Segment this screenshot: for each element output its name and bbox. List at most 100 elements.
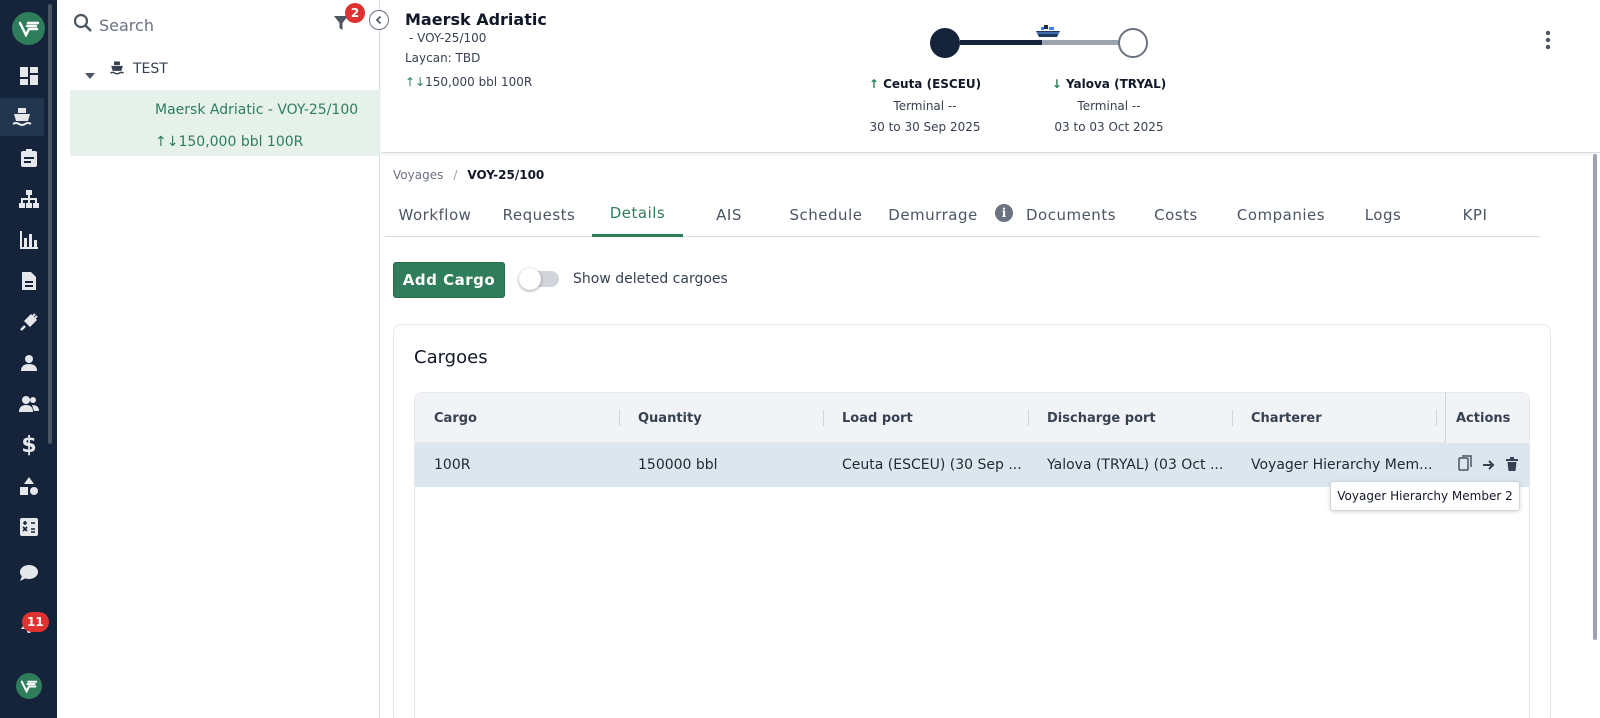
tree-voyage-qty: ↑↓150,000 bbl 100R xyxy=(155,134,303,150)
dashboard-icon[interactable] xyxy=(14,61,44,91)
cell-cargo: 100R xyxy=(434,457,471,473)
discharge-port-info: ↓ Yalova (TRYAL) Terminal -- 03 to 03 Oc… xyxy=(1029,77,1189,141)
notifications-badge: 11 xyxy=(22,612,49,632)
people-icon[interactable] xyxy=(14,389,44,419)
tab-logs[interactable]: Logs xyxy=(1343,192,1423,237)
cell-quantity: 150000 bbl xyxy=(638,457,718,473)
shapes-icon[interactable] xyxy=(14,471,44,501)
column-header-cargo[interactable]: Cargo xyxy=(434,393,477,443)
chat-icon[interactable] xyxy=(14,558,44,588)
load-port-dates: 30 to 30 Sep 2025 xyxy=(869,120,981,134)
load-port-terminal: Terminal -- xyxy=(893,99,957,113)
column-separator[interactable] xyxy=(823,410,824,426)
route-end-marker xyxy=(1118,28,1148,58)
bar-chart-icon[interactable] xyxy=(14,225,44,255)
tree-voyage-label: Maersk Adriatic - VOY-25/100 xyxy=(155,102,359,118)
column-header-load-port[interactable]: Load port xyxy=(842,393,913,443)
column-separator[interactable] xyxy=(1436,410,1437,426)
discharge-arrow-icon: ↓ xyxy=(415,75,426,89)
person-icon[interactable] xyxy=(14,348,44,378)
load-arrow-icon: ↑ xyxy=(868,77,884,91)
voyage-number: - VOY-25/100 xyxy=(409,31,487,45)
cargoes-title: Cargoes xyxy=(414,347,488,368)
footer-logo-icon[interactable] xyxy=(16,673,42,699)
header-qty: ↑↓150,000 bbl 100R xyxy=(405,75,532,89)
breadcrumb-separator: / xyxy=(453,168,458,182)
cargoes-table: Cargo Quantity Load port Discharge port … xyxy=(414,392,1530,718)
vessel-name: Maersk Adriatic xyxy=(405,10,547,29)
breadcrumb-current: VOY-25/100 xyxy=(467,168,545,182)
discharge-arrow-icon: ↓ xyxy=(1051,77,1066,91)
app-rail: $ 11 xyxy=(0,0,57,718)
collapse-sidebar-button[interactable] xyxy=(369,10,389,30)
copy-icon[interactable] xyxy=(1458,455,1472,475)
plug-icon[interactable] xyxy=(14,307,44,337)
ship-icon xyxy=(109,60,125,80)
discharge-port-dates: 03 to 03 Oct 2025 xyxy=(1054,120,1164,134)
route-start-marker xyxy=(930,28,960,58)
tab-demurrage[interactable]: Demurrage xyxy=(881,192,985,237)
main-scrollbar[interactable] xyxy=(1593,154,1597,640)
show-deleted-label: Show deleted cargoes xyxy=(573,271,728,287)
dollar-icon[interactable]: $ xyxy=(14,430,44,460)
load-arrow-icon: ↑ xyxy=(155,134,167,150)
column-separator[interactable] xyxy=(1028,410,1029,426)
tab-workflow[interactable]: Workflow xyxy=(385,192,485,237)
rail-scrollbar[interactable] xyxy=(48,4,52,444)
breadcrumb: Voyages / VOY-25/100 xyxy=(393,168,544,182)
tab-requests[interactable]: Requests xyxy=(489,192,589,237)
table-header: Cargo Quantity Load port Discharge port … xyxy=(415,393,1529,443)
delete-icon[interactable] xyxy=(1506,456,1518,475)
column-separator[interactable] xyxy=(619,410,620,426)
tab-companies[interactable]: Companies xyxy=(1231,192,1331,237)
show-deleted-toggle[interactable] xyxy=(519,268,559,290)
demurrage-info-icon[interactable]: i xyxy=(995,204,1013,222)
clipboard-icon[interactable] xyxy=(14,143,44,173)
route-progress-done xyxy=(960,40,1042,45)
search-icon[interactable] xyxy=(73,13,93,37)
voyage-header: Maersk Adriatic - VOY-25/100 Laycan: TBD… xyxy=(381,0,1600,153)
tab-ais[interactable]: AIS xyxy=(681,192,777,237)
discharge-arrow-icon: ↓ xyxy=(166,134,179,150)
header-qty-value: 150,000 bbl 100R xyxy=(425,75,533,89)
discharge-port-terminal: Terminal -- xyxy=(1077,99,1141,113)
load-arrow-icon: ↑ xyxy=(405,75,416,89)
filter-count-badge: 2 xyxy=(345,3,365,23)
calculator-icon[interactable] xyxy=(14,512,44,542)
more-options-icon[interactable] xyxy=(1545,30,1551,54)
tab-costs[interactable]: Costs xyxy=(1131,192,1221,237)
tab-schedule[interactable]: Schedule xyxy=(777,192,875,237)
vessel-position-ship-icon xyxy=(1035,24,1061,44)
main-content: Voyages / VOY-25/100 Workflow Requests Det… xyxy=(381,154,1600,718)
column-header-discharge-port[interactable]: Discharge port xyxy=(1047,393,1156,443)
column-header-quantity[interactable]: Quantity xyxy=(638,393,702,443)
tree-qty-value: 150,000 bbl 100R xyxy=(178,134,304,150)
column-header-actions: Actions xyxy=(1456,410,1511,426)
laycan-text: Laycan: TBD xyxy=(405,51,481,65)
load-port-name: Ceuta (ESCEU) xyxy=(883,77,982,91)
tab-kpi[interactable]: KPI xyxy=(1435,192,1515,237)
charterer-tooltip: Voyager Hierarchy Member 2 xyxy=(1330,481,1520,511)
cell-load-port: Ceuta (ESCEU) (30 Sep ... xyxy=(842,457,1022,473)
tree-expand-caret-icon[interactable] xyxy=(85,64,95,83)
tab-details[interactable]: Details xyxy=(592,192,683,237)
column-header-charterer[interactable]: Charterer xyxy=(1251,393,1322,443)
voyage-sidebar: Search 2 TEST Maersk Adriatic - VOY-25/1… xyxy=(57,0,389,718)
search-input[interactable]: Search xyxy=(99,16,154,35)
voyages-ship-icon[interactable] xyxy=(0,98,44,136)
tab-documents[interactable]: Documents xyxy=(1021,192,1121,237)
tree-group-label[interactable]: TEST xyxy=(133,61,168,77)
discharge-port-name: Yalova (TRYAL) xyxy=(1065,77,1167,91)
cargoes-card: Cargoes Cargo Quantity Load port Dischar… xyxy=(393,324,1551,718)
navigate-arrow-icon[interactable] xyxy=(1482,456,1496,475)
app-logo-icon[interactable] xyxy=(12,12,45,45)
breadcrumb-voyages-link[interactable]: Voyages xyxy=(393,168,443,182)
tree-item-selected-voyage[interactable]: Maersk Adriatic - VOY-25/100 ↑↓150,000 b… xyxy=(70,90,380,156)
load-port-info: ↑ Ceuta (ESCEU) Terminal -- 30 to 30 Sep… xyxy=(845,77,1005,141)
add-cargo-button[interactable]: Add Cargo xyxy=(393,262,505,298)
hierarchy-icon[interactable] xyxy=(14,184,44,214)
actions-column-header: Actions xyxy=(1445,393,1529,443)
cell-discharge-port: Yalova (TRYAL) (03 Oct ... xyxy=(1047,457,1224,473)
column-separator[interactable] xyxy=(1232,410,1233,426)
document-icon[interactable] xyxy=(14,266,44,296)
